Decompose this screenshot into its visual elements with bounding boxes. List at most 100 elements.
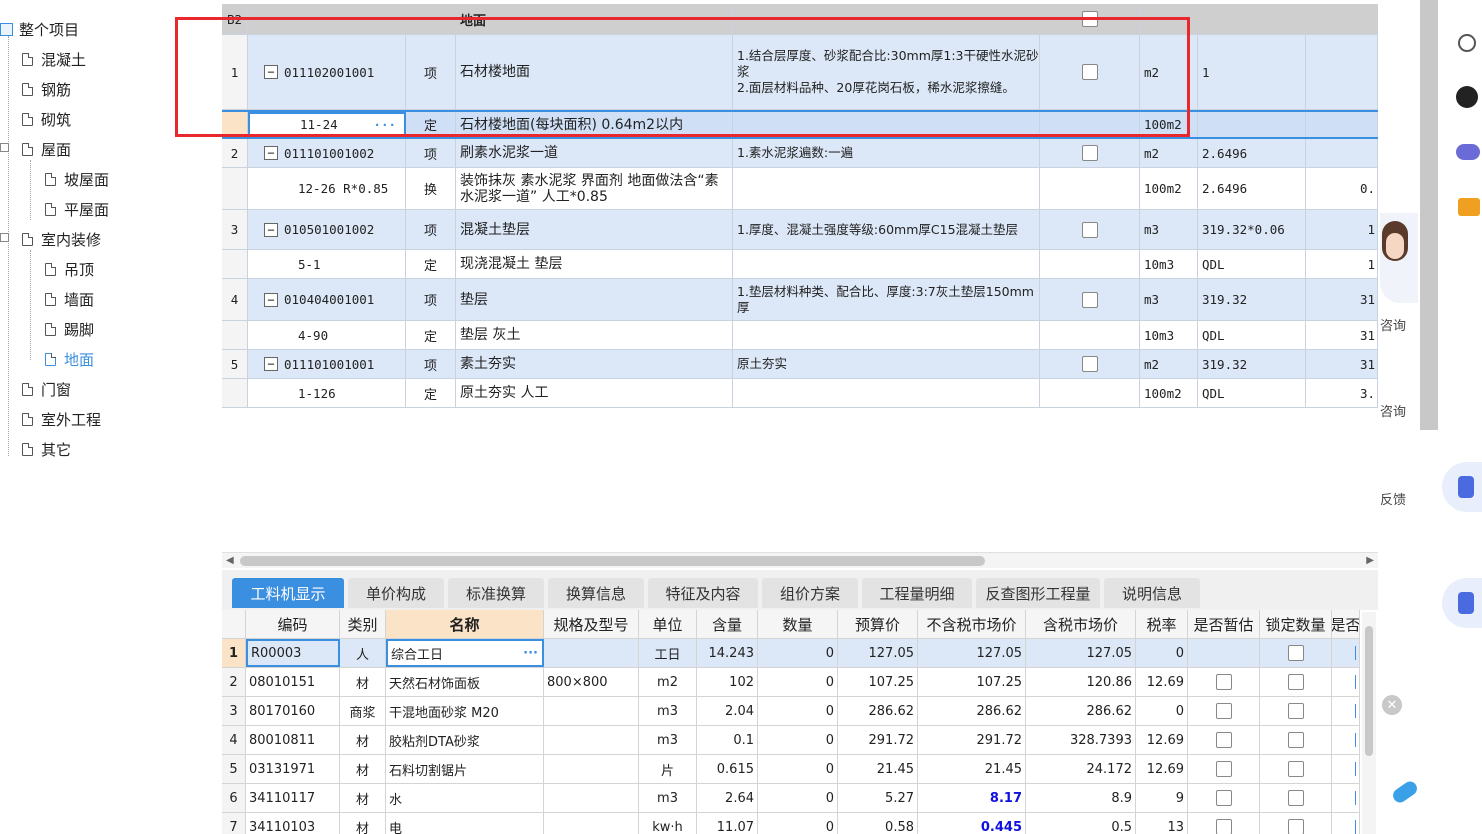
pen-icon[interactable]	[1390, 778, 1420, 806]
type-cell[interactable]: 换	[406, 168, 456, 209]
column-header[interactable]: 规格及型号	[544, 610, 639, 638]
n-cell[interactable]: 1	[222, 639, 246, 667]
tree-item[interactable]: 墙面	[45, 288, 94, 310]
extra-cell[interactable]: 3.	[1306, 379, 1378, 407]
name-cell[interactable]: 综合工日 ···	[386, 639, 544, 667]
resource-row[interactable]: 3 80170160 商浆 干混地面砂浆 M20 m3 2.04 0 286.62 286.62…	[222, 697, 1360, 726]
rate-cell[interactable]: 12.69	[1136, 755, 1188, 783]
unit-cell[interactable]: m3	[1140, 279, 1198, 320]
unit-cell[interactable]: m3	[639, 784, 697, 812]
spec-cell[interactable]	[544, 755, 639, 783]
mkt-cell[interactable]: 107.25	[918, 668, 1026, 696]
mkt-cell[interactable]: 21.45	[918, 755, 1026, 783]
type-cell[interactable]: 项	[406, 139, 456, 167]
type-cell[interactable]: 定	[406, 379, 456, 407]
budget-cell[interactable]: 107.25	[838, 668, 918, 696]
quantity-cell[interactable]: 1	[1198, 35, 1306, 109]
row-number[interactable]: 1	[222, 35, 248, 109]
truncated-checkbox[interactable]	[1355, 646, 1356, 660]
mkt_tax-cell[interactable]: 8.9	[1026, 784, 1136, 812]
gamepad-icon[interactable]	[1456, 144, 1480, 160]
quantity-cell[interactable]: 319.32	[1198, 350, 1306, 378]
unit-cell[interactable]: 100m2	[1140, 112, 1198, 137]
bill-item-row[interactable]: 4 −010404001001 项 垫层 1.垫层材料种类、配合比、厚度:3:7灰土垫层…	[222, 279, 1378, 321]
truncated-checkbox[interactable]	[1355, 762, 1356, 776]
unit-cell[interactable]: m2	[639, 668, 697, 696]
column-header[interactable]: 名称	[386, 610, 544, 638]
unit-cell[interactable]: 片	[639, 755, 697, 783]
type-cell[interactable]: 项	[406, 210, 456, 249]
column-header[interactable]: 税率	[1136, 610, 1188, 638]
code-cell[interactable]: 34110103	[246, 813, 340, 834]
row-number[interactable]: 5	[222, 350, 248, 378]
type-cell[interactable]: 项	[406, 279, 456, 320]
tab[interactable]: 组价方案	[762, 578, 858, 608]
code-cell[interactable]: 80170160	[246, 697, 340, 725]
tab[interactable]: 工料机显示	[232, 578, 344, 608]
n-cell[interactable]: 3	[222, 697, 246, 725]
horizontal-scroll-thumb[interactable]	[240, 556, 985, 566]
horizontal-scrollbar[interactable]: ◀ ▶	[222, 552, 1378, 568]
n-cell[interactable]: 2	[222, 668, 246, 696]
code-cell[interactable]: 12-26 R*0.85	[248, 168, 406, 209]
quota-row[interactable]: 1-126 定 原土夯实 人工 100m2 QDL 3.	[222, 379, 1378, 408]
name-cell[interactable]: 原土夯实 人工	[456, 379, 733, 407]
code-cell[interactable]: −011101001001	[248, 350, 406, 378]
tree-item[interactable]: 其它	[22, 438, 71, 460]
spec-cell[interactable]	[544, 813, 639, 834]
collapse-icon[interactable]	[0, 233, 9, 242]
column-header[interactable]: 含税市场价	[1026, 610, 1136, 638]
mkt_tax-cell[interactable]: 24.172	[1026, 755, 1136, 783]
cat-cell[interactable]: 商浆	[340, 697, 386, 725]
qty-cell[interactable]: 0	[758, 697, 838, 725]
name-cell[interactable]: 石材楼地面(每块面积) 0.64m2以内	[456, 112, 733, 137]
type-cell[interactable]: 定	[406, 321, 456, 349]
checkbox[interactable]	[1215, 819, 1232, 834]
checkbox[interactable]	[1215, 790, 1232, 806]
n-cell[interactable]: 6	[222, 784, 246, 812]
tab[interactable]: 反查图形工程量	[976, 578, 1100, 608]
checkbox[interactable]	[1287, 674, 1304, 690]
mkt-cell[interactable]: 291.72	[918, 726, 1026, 754]
name-cell[interactable]: 现浇混凝土 垫层	[456, 250, 733, 278]
budget-cell[interactable]: 286.62	[838, 697, 918, 725]
section-name[interactable]: 地面	[456, 4, 733, 34]
code-cell[interactable]: −010501001002	[248, 210, 406, 249]
code-cell[interactable]: 34110117	[246, 784, 340, 812]
type-cell[interactable]: 项	[406, 350, 456, 378]
qty-cell[interactable]: 0	[758, 726, 838, 754]
feature-cell[interactable]	[733, 250, 1040, 278]
column-header[interactable]: 含量	[697, 610, 758, 638]
quota-row[interactable]: 4-90 定 垫层 灰土 10m3 QDL 31	[222, 321, 1378, 350]
row-number[interactable]	[222, 321, 248, 349]
row-number[interactable]: B2	[222, 4, 248, 34]
checkbox[interactable]	[1081, 221, 1098, 238]
scroll-right-arrow-icon[interactable]: ▶	[1366, 555, 1374, 566]
quantity-cell[interactable]: QDL	[1198, 321, 1306, 349]
mkt-cell[interactable]: 286.62	[918, 697, 1026, 725]
feature-cell[interactable]: 原土夯实	[733, 350, 1040, 378]
bill-item-row[interactable]: 3 −010501001002 项 混凝土垫层 1.厚度、混凝土强度等级:60mm厚C1…	[222, 210, 1378, 250]
truncated-checkbox[interactable]	[1355, 820, 1356, 834]
quota-row[interactable]: 12-26 R*0.85 换 装饰抹灰 素水泥浆 界面剂 地面做法含“素水泥浆一道”…	[222, 168, 1378, 210]
mkt_tax-cell[interactable]: 286.62	[1026, 697, 1136, 725]
extra-cell[interactable]: 1	[1306, 210, 1378, 249]
row-number[interactable]	[222, 112, 248, 137]
consult-label-2[interactable]: 咨询	[1380, 401, 1406, 420]
name-cell[interactable]: 水	[386, 784, 544, 812]
row-number[interactable]	[222, 168, 248, 209]
checkbox[interactable]	[1215, 732, 1232, 748]
name-cell[interactable]: 装饰抹灰 素水泥浆 界面剂 地面做法含“素水泥浆一道” 人工*0.85	[456, 168, 733, 209]
unit-cell[interactable]: 工日	[639, 639, 697, 667]
unit-cell[interactable]: m3	[639, 726, 697, 754]
name-cell[interactable]: 垫层	[456, 279, 733, 320]
column-header[interactable]: 单位	[639, 610, 697, 638]
code-cell[interactable]: 5-1	[248, 250, 406, 278]
checkbox[interactable]	[1081, 145, 1098, 161]
rate-cell[interactable]: 0	[1136, 697, 1188, 725]
budget-cell[interactable]: 291.72	[838, 726, 918, 754]
tree-item[interactable]: 吊顶	[45, 258, 94, 280]
quantity-cell[interactable]: QDL	[1198, 379, 1306, 407]
column-header[interactable]: 是否暂估	[1188, 610, 1260, 638]
checkbox[interactable]	[1287, 761, 1304, 777]
